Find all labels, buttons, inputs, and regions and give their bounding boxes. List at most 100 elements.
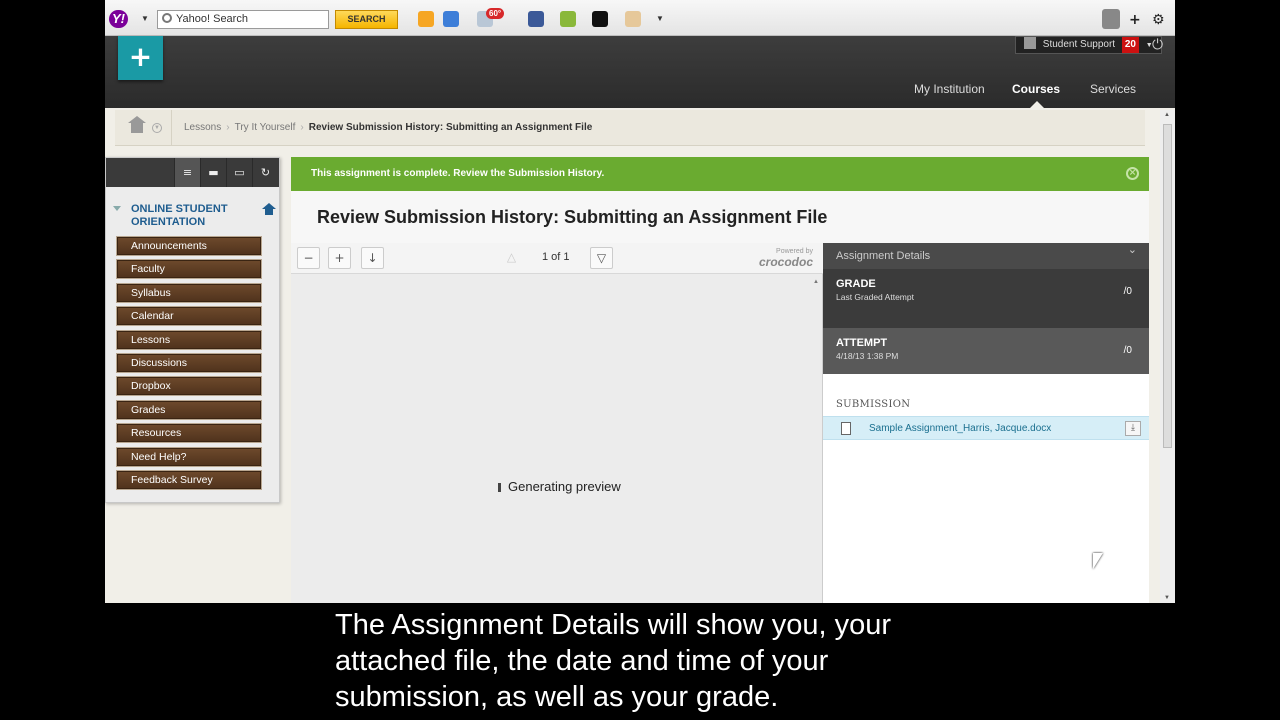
search-input-value: Yahoo! Search (176, 13, 248, 25)
user-name: Student Support (1042, 39, 1116, 50)
chevron-down-icon[interactable]: ▼ (656, 14, 664, 23)
menu-item-need-help[interactable]: Need Help? (116, 446, 262, 467)
assignment-details-panel: Assignment Details ⌄ GRADE Last Graded A… (823, 243, 1149, 603)
preview-status: Generating preview (498, 479, 621, 494)
home-icon[interactable] (262, 203, 276, 215)
page-indicator: 1 of 1 (542, 251, 570, 263)
facebook-icon[interactable] (528, 11, 544, 27)
attempt-label: ATTEMPT (836, 337, 888, 349)
active-tab-indicator (1030, 101, 1044, 108)
smiley-icon[interactable] (418, 11, 434, 27)
crocodoc-logo: Powered by crocodoc (737, 248, 813, 270)
menu-item-faculty[interactable]: Faculty (116, 259, 262, 280)
menu-item-feedback-survey[interactable]: Feedback Survey (116, 469, 262, 490)
breadcrumb: ▼ Lessons › Try It Yourself › Review Submiss… (115, 110, 1145, 146)
breadcrumb-current: Review Submission History: Submitting an… (308, 122, 593, 133)
user-menu[interactable]: Student Support 20 ▼ (1015, 36, 1162, 54)
menu-item-lessons[interactable]: Lessons (116, 329, 262, 350)
tab-services[interactable]: Services (1090, 82, 1136, 96)
tab-my-institution[interactable]: My Institution (914, 82, 985, 96)
attempt-score: /0 (1123, 345, 1132, 356)
logout-icon[interactable]: ⏻ (1152, 37, 1163, 53)
submission-file-row[interactable]: Sample Assignment_Harris, Jacque.docx ⤓ (823, 416, 1149, 440)
course-title[interactable]: ONLINE STUDENT ORIENTATION (131, 203, 251, 229)
site-header: + Student Support 20 ▼ ⏻ My Institution … (105, 36, 1175, 108)
next-page-icon[interactable]: ▽ (590, 247, 613, 269)
weather-badge: 60° (486, 8, 505, 19)
file-icon (841, 422, 851, 435)
chevron-down-icon[interactable]: ▼ (152, 123, 162, 133)
search-input[interactable]: Yahoo! Search (157, 10, 329, 29)
home-icon[interactable] (128, 116, 146, 133)
course-menu-list: Announcements Faculty Syllabus Calendar … (116, 236, 262, 493)
video-caption: The Assignment Details will show you, yo… (335, 609, 892, 713)
add-icon[interactable]: + (1129, 12, 1141, 28)
collapse-icon[interactable] (113, 206, 121, 211)
breadcrumb-item-try-it-yourself[interactable]: Try It Yourself (235, 122, 296, 133)
attempt-date: 4/18/13 1:38 PM (836, 351, 899, 361)
loading-icon (498, 483, 501, 492)
menu-item-dropbox[interactable]: Dropbox (116, 376, 262, 397)
grade-sublabel: Last Graded Attempt (836, 292, 914, 302)
zoom-out-icon[interactable]: − (297, 247, 320, 269)
viewer-scrollbar[interactable]: ▲ (810, 274, 823, 603)
brand-name: crocodoc (758, 255, 813, 269)
scroll-up-icon[interactable]: ▲ (813, 279, 819, 285)
folder-view-icon[interactable]: ▬ (200, 158, 226, 187)
chevron-down-icon[interactable]: ▼ (141, 14, 149, 23)
course-menu-toolbar: ≡ ▬ ▭ ↻ (106, 158, 279, 187)
window-view-icon[interactable]: ▭ (226, 158, 252, 187)
tab-courses[interactable]: Courses (1012, 82, 1060, 96)
success-alert: This assignment is complete. Review the … (291, 157, 1149, 191)
grade-label: GRADE (836, 278, 876, 290)
list-view-icon[interactable]: ≡ (174, 158, 200, 187)
mail-icon[interactable] (443, 11, 459, 27)
close-icon[interactable]: × (1126, 167, 1139, 180)
content-panel: This assignment is complete. Review the … (291, 157, 1149, 603)
chevron-right-icon: › (300, 122, 304, 133)
viewer-toolbar: − + ↓ △ 1 of 1 ▽ Powered by crocodoc (291, 243, 823, 274)
ebay-icon[interactable] (592, 11, 608, 27)
powered-by-label: Powered by (776, 248, 813, 255)
submission-label: SUBMISSION (836, 399, 911, 410)
scrollbar-thumb[interactable] (1163, 124, 1172, 448)
bookmark-list-icon[interactable] (1102, 9, 1120, 29)
scroll-down-icon[interactable]: ▼ (1164, 595, 1170, 601)
grade-score: /0 (1123, 286, 1132, 297)
chevron-down-icon[interactable]: ⌄ (1128, 243, 1137, 256)
puzzle-icon[interactable] (625, 11, 641, 27)
details-header[interactable]: Assignment Details ⌄ (823, 243, 1149, 269)
menu-item-announcements[interactable]: Announcements (116, 236, 262, 256)
gear-icon[interactable]: ⚙ (1152, 12, 1165, 28)
document-viewer: − + ↓ △ 1 of 1 ▽ Powered by crocodoc Gen… (291, 243, 823, 603)
breadcrumb-item-lessons[interactable]: Lessons (184, 122, 221, 133)
chevron-right-icon: › (226, 122, 230, 133)
yahoo-toolbar: Y! ▼ Yahoo! Search SEARCH 60° ▼ + ⚙ (105, 0, 1175, 36)
finance-icon[interactable] (560, 11, 576, 27)
add-button[interactable]: + (118, 36, 163, 80)
course-menu: ≡ ▬ ▭ ↻ ONLINE STUDENT ORIENTATION Annou… (105, 157, 280, 503)
browser-window: Y! ▼ Yahoo! Search SEARCH 60° ▼ + ⚙ + St… (105, 0, 1175, 603)
download-icon[interactable]: ⤓ (1125, 421, 1141, 436)
yahoo-logo[interactable]: Y! (109, 10, 128, 28)
zoom-in-icon[interactable]: + (328, 247, 351, 269)
menu-item-grades[interactable]: Grades (116, 399, 262, 420)
refresh-icon[interactable]: ↻ (252, 158, 278, 187)
menu-item-syllabus[interactable]: Syllabus (116, 282, 262, 303)
previous-page-icon[interactable]: △ (500, 247, 523, 269)
search-button[interactable]: SEARCH (335, 10, 398, 29)
menu-item-discussions[interactable]: Discussions (116, 352, 262, 373)
attempt-section[interactable]: ATTEMPT 4/18/13 1:38 PM /0 (823, 328, 1149, 374)
menu-item-resources[interactable]: Resources (116, 423, 262, 444)
scroll-up-icon[interactable]: ▲ (1164, 112, 1170, 118)
download-icon[interactable]: ↓ (361, 247, 384, 269)
mouse-cursor-icon (1093, 553, 1103, 569)
menu-item-calendar[interactable]: Calendar (116, 306, 262, 327)
search-icon (162, 13, 172, 23)
file-link[interactable]: Sample Assignment_Harris, Jacque.docx (869, 423, 1051, 434)
breadcrumb-trail: Lessons › Try It Yourself › Review Submissio… (171, 110, 592, 146)
grade-section: GRADE Last Graded Attempt /0 (823, 269, 1149, 328)
notification-count: 20 (1121, 37, 1139, 53)
page-scrollbar[interactable]: ▲ ▼ (1160, 110, 1175, 603)
details-title: Assignment Details (836, 250, 931, 262)
